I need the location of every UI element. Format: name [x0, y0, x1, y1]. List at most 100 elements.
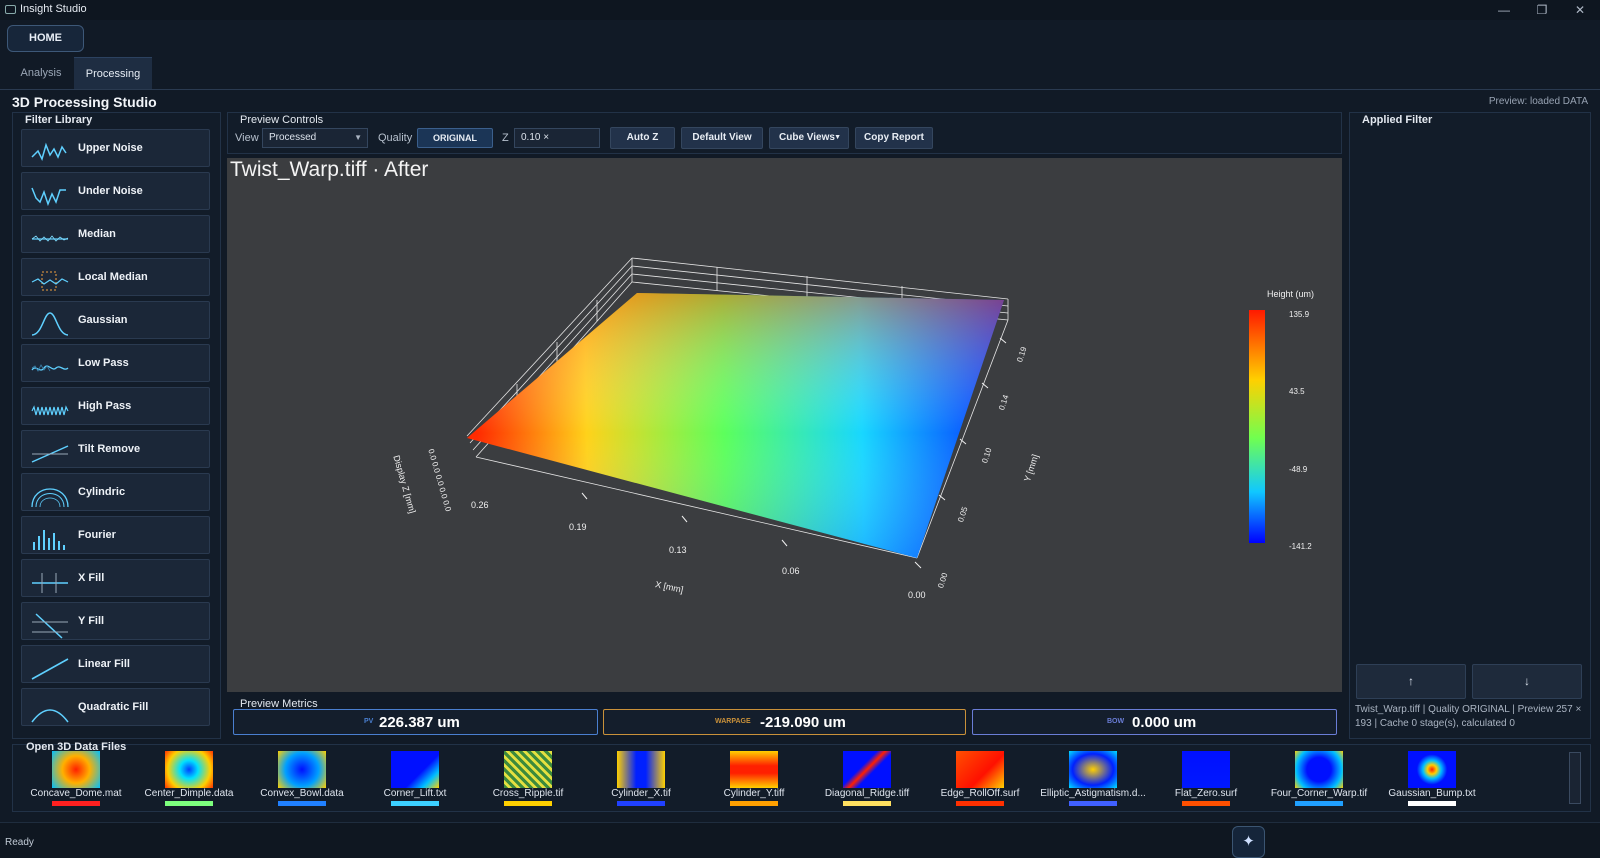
quality-button[interactable]: ORIGINAL: [417, 128, 493, 148]
filter-item-label: Quadratic Fill: [78, 701, 149, 713]
cube-views-button[interactable]: Cube Views ▼: [769, 127, 849, 149]
warpage-value: -219.090 um: [760, 714, 846, 731]
filter-item-median[interactable]: Median: [21, 215, 210, 253]
filter-item-label: Under Noise: [78, 185, 143, 197]
filter-item-quadratic-fill[interactable]: Quadratic Fill: [21, 688, 210, 726]
file-item[interactable]: Concave_Dome.mat: [21, 751, 131, 807]
linear-fill-icon: [31, 658, 69, 680]
x-tick-2: 0.13: [669, 545, 687, 555]
gaussian-icon: [31, 312, 69, 336]
filter-item-label: Low Pass: [78, 357, 129, 369]
file-item[interactable]: Cylinder_Y.tiff: [699, 751, 809, 807]
file-profile-strip: [1295, 801, 1343, 806]
default-view-button[interactable]: Default View: [681, 127, 763, 149]
copy-report-button[interactable]: Copy Report: [855, 127, 933, 149]
file-name: Diagonal_Ridge.tiff: [824, 788, 910, 799]
file-profile-strip: [956, 801, 1004, 806]
x-tick-4: 0.00: [908, 590, 926, 600]
cylindric-icon: [31, 488, 69, 508]
filter-item-under-noise[interactable]: Under Noise: [21, 172, 210, 210]
x-tick-1: 0.19: [569, 522, 587, 532]
filter-item-tilt-remove[interactable]: Tilt Remove: [21, 430, 210, 468]
preview-status: Preview: loaded DATA: [1488, 96, 1588, 107]
surface-plot-canvas: [466, 257, 1265, 569]
filter-item-label: Median: [78, 228, 116, 240]
file-thumbnail: [165, 751, 213, 788]
filter-item-upper-noise[interactable]: Upper Noise: [21, 129, 210, 167]
file-profile-strip: [52, 801, 100, 806]
file-item[interactable]: Elliptic_Astigmatism.d...: [1038, 751, 1148, 807]
upper-noise-icon: [31, 142, 67, 162]
file-profile-strip: [1182, 801, 1230, 806]
filter-item-label: High Pass: [78, 400, 132, 412]
filter-item-y-fill[interactable]: Y Fill: [21, 602, 210, 640]
z-scale-input[interactable]: 0.10 ×: [514, 128, 600, 148]
file-name: Gaussian_Bump.txt: [1388, 788, 1476, 799]
file-thumbnail: [956, 751, 1004, 788]
file-list-scrollbar[interactable]: [1569, 752, 1581, 804]
filter-item-cylindric[interactable]: Cylindric: [21, 473, 210, 511]
file-profile-strip: [504, 801, 552, 806]
file-profile-strip: [278, 801, 326, 806]
filter-item-label: Cylindric: [78, 486, 126, 498]
file-name: Cross_Ripple.tif: [492, 788, 564, 799]
filter-item-low-pass[interactable]: Low Pass: [21, 344, 210, 382]
low-pass-icon: [31, 364, 69, 372]
minimize-button[interactable]: —: [1490, 1, 1518, 19]
under-noise-icon: [31, 187, 66, 207]
file-name: Four_Corner_Warp.tif: [1270, 788, 1368, 799]
filter-item-x-fill[interactable]: X Fill: [21, 559, 210, 597]
auto-z-button[interactable]: Auto Z: [610, 127, 675, 149]
tab-processing[interactable]: Processing: [74, 57, 152, 89]
close-button[interactable]: ✕: [1566, 1, 1594, 19]
preview-controls-label: Preview Controls: [240, 114, 324, 126]
file-item[interactable]: Diagonal_Ridge.tiff: [812, 751, 922, 807]
app-icon: [5, 5, 16, 14]
tab-analysis[interactable]: Analysis: [8, 57, 74, 89]
filter-item-local-median[interactable]: Local Median: [21, 258, 210, 296]
move-down-button[interactable]: ↓: [1472, 664, 1582, 699]
file-item[interactable]: Cylinder_X.tif: [586, 751, 696, 807]
filter-item-gaussian[interactable]: Gaussian: [21, 301, 210, 339]
filter-item-label: X Fill: [78, 572, 105, 584]
file-item[interactable]: Gaussian_Bump.txt: [1377, 751, 1487, 807]
surface-plot[interactable]: Twist_Warp.tiff · After Display Z [mm] 0…: [227, 158, 1342, 692]
x-tick-3: 0.06: [782, 566, 800, 576]
sparkle-icon[interactable]: ✦: [1232, 826, 1265, 858]
file-item[interactable]: Four_Corner_Warp.tif: [1264, 751, 1374, 807]
file-thumbnail: [730, 751, 778, 788]
move-up-button[interactable]: ↑: [1356, 664, 1466, 699]
cube-views-label: Cube Views: [779, 132, 835, 143]
filter-item-label: Linear Fill: [78, 658, 130, 670]
filter-item-fourier[interactable]: Fourier: [21, 516, 210, 554]
bow-metric: BOW 0.000 um: [972, 709, 1337, 735]
colorbar-title: Height (um): [1267, 289, 1315, 299]
filter-item-linear-fill[interactable]: Linear Fill: [21, 645, 210, 683]
file-thumbnail: [391, 751, 439, 788]
status-text: Ready: [5, 837, 34, 848]
file-item[interactable]: Flat_Zero.surf: [1151, 751, 1261, 807]
file-thumbnail: [278, 751, 326, 788]
file-profile-strip: [165, 801, 213, 806]
view-select[interactable]: Processed ▼: [262, 128, 368, 148]
view-select-value: Processed: [269, 132, 317, 143]
file-profile-strip: [843, 801, 891, 806]
home-button[interactable]: HOME: [7, 25, 84, 52]
restore-button[interactable]: ❐: [1528, 1, 1556, 19]
pv-metric: PV 226.387 um: [233, 709, 598, 735]
app-title: Insight Studio: [20, 3, 87, 15]
filter-item-label: Tilt Remove: [78, 443, 141, 455]
colorbar-tick-0: 135.9: [1289, 310, 1310, 319]
file-item[interactable]: Cross_Ripple.tif: [473, 751, 583, 807]
file-item[interactable]: Corner_Lift.txt: [360, 751, 470, 807]
filter-item-label: Y Fill: [78, 615, 105, 627]
file-item[interactable]: Edge_RollOff.surf: [925, 751, 1035, 807]
applied-filter-panel: [1349, 112, 1591, 739]
x-tick-0: 0.26: [471, 500, 489, 510]
file-item[interactable]: Center_Dimple.data: [134, 751, 244, 807]
colorbar: [1249, 310, 1265, 543]
file-item[interactable]: Convex_Bowl.data: [247, 751, 357, 807]
title-bar: Insight Studio — ❐ ✕: [0, 0, 1600, 20]
filter-item-high-pass[interactable]: High Pass: [21, 387, 210, 425]
local-median-icon: [31, 271, 69, 291]
